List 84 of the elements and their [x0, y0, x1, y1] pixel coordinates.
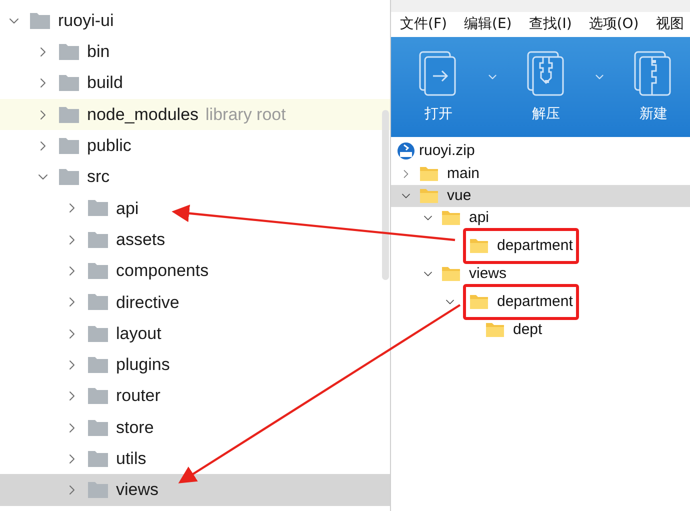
- open-file-icon[interactable]: [418, 50, 458, 96]
- toolbar-label[interactable]: 新建: [639, 104, 668, 124]
- tree-item[interactable]: store: [0, 412, 390, 444]
- tree-item[interactable]: assets: [0, 224, 390, 256]
- tree-item[interactable]: build: [0, 68, 390, 99]
- folder-name: assets: [116, 228, 166, 251]
- folder-icon: [58, 168, 80, 186]
- folder-name: views: [469, 264, 507, 284]
- archive-tree-item[interactable]: api: [391, 207, 690, 229]
- folder-icon: [87, 450, 109, 468]
- folder-name: vue: [447, 186, 472, 206]
- folder-icon: [87, 262, 109, 280]
- menu-item[interactable]: 编辑(E): [464, 14, 512, 35]
- folder-name: department: [497, 236, 573, 256]
- tree-item[interactable]: plugins: [0, 349, 390, 381]
- folder-icon: [58, 136, 80, 155]
- archive-tree-item[interactable]: main: [391, 163, 690, 185]
- folder-name: store: [116, 416, 154, 439]
- tree-item[interactable]: node_modules library root: [0, 98, 390, 130]
- folder-icon: [87, 324, 109, 343]
- folder-icon: [469, 294, 489, 310]
- folder-name: api: [469, 208, 490, 228]
- tree-item[interactable]: utils: [0, 443, 390, 474]
- folder-icon: [58, 106, 80, 124]
- tree-item[interactable]: public: [0, 130, 390, 162]
- zip-file-icon[interactable]: [526, 50, 566, 96]
- folder-icon: [58, 42, 80, 61]
- toolbar-label[interactable]: 打开: [424, 104, 452, 124]
- menu-item[interactable]: 查找(I): [528, 14, 572, 35]
- tree-item[interactable]: src: [0, 161, 390, 193]
- archive-tree-item[interactable]: vue: [391, 185, 690, 207]
- folder-icon: [469, 238, 489, 254]
- folder-name: utils: [116, 448, 146, 470]
- folder-name: ruoyi-ui: [58, 10, 114, 32]
- folder-name: components: [116, 260, 209, 282]
- folder-name: src: [87, 166, 110, 188]
- tree-item[interactable]: ruoyi-ui: [0, 5, 390, 36]
- folder-icon: [58, 74, 80, 92]
- folder-icon: [87, 418, 109, 436]
- tree-item[interactable]: router: [0, 380, 390, 412]
- tree-item[interactable]: components: [0, 255, 390, 287]
- folder-icon: [87, 293, 109, 312]
- folder-icon: [419, 188, 439, 204]
- folder-note: library root: [206, 104, 286, 126]
- folder-icon: [441, 210, 461, 226]
- tree-item[interactable]: layout: [0, 318, 390, 350]
- folder-name: views: [116, 479, 159, 502]
- zip-archive-icon: [397, 142, 415, 160]
- toolbar-label[interactable]: 解压: [532, 104, 560, 124]
- folder-name: router: [116, 385, 160, 408]
- tree-item[interactable]: views: [0, 474, 390, 506]
- folder-name: main: [447, 164, 480, 184]
- tree-item[interactable]: directive: [0, 286, 390, 318]
- folder-name: build: [87, 72, 123, 94]
- menu-item[interactable]: 视图: [656, 14, 684, 35]
- zip-file-icon[interactable]: [633, 50, 674, 96]
- archive-tree-item[interactable]: dept: [391, 319, 690, 341]
- folder-name: public: [87, 135, 132, 158]
- tree-item[interactable]: bin: [0, 36, 390, 68]
- archive-name: ruoyi.zip: [419, 140, 475, 161]
- folder-name: directive: [116, 292, 180, 314]
- folder-icon: [87, 230, 109, 249]
- folder-name: node_modules: [87, 104, 199, 126]
- folder-name: api: [116, 198, 139, 220]
- menu-item[interactable]: 选项(O): [588, 14, 639, 35]
- archive-tree-item[interactable]: views: [391, 263, 690, 285]
- folder-name: bin: [87, 41, 110, 64]
- folder-icon: [87, 199, 109, 218]
- folder-icon: [441, 266, 461, 282]
- folder-name: plugins: [116, 354, 170, 376]
- folder-name: dept: [513, 320, 542, 340]
- folder-icon: [419, 166, 439, 182]
- folder-name: layout: [116, 322, 162, 345]
- tree-item[interactable]: api: [0, 192, 390, 224]
- folder-icon: [87, 356, 109, 374]
- menu-item[interactable]: 文件(F): [400, 14, 447, 35]
- folder-icon: [29, 12, 51, 30]
- folder-icon: [87, 481, 109, 500]
- archive-tree-item[interactable]: department: [391, 229, 690, 263]
- folder-name: department: [497, 292, 573, 312]
- folder-icon: [87, 387, 109, 406]
- scrollbar[interactable]: [382, 110, 389, 280]
- folder-icon: [485, 322, 505, 338]
- archive-tree-item[interactable]: department: [391, 285, 690, 319]
